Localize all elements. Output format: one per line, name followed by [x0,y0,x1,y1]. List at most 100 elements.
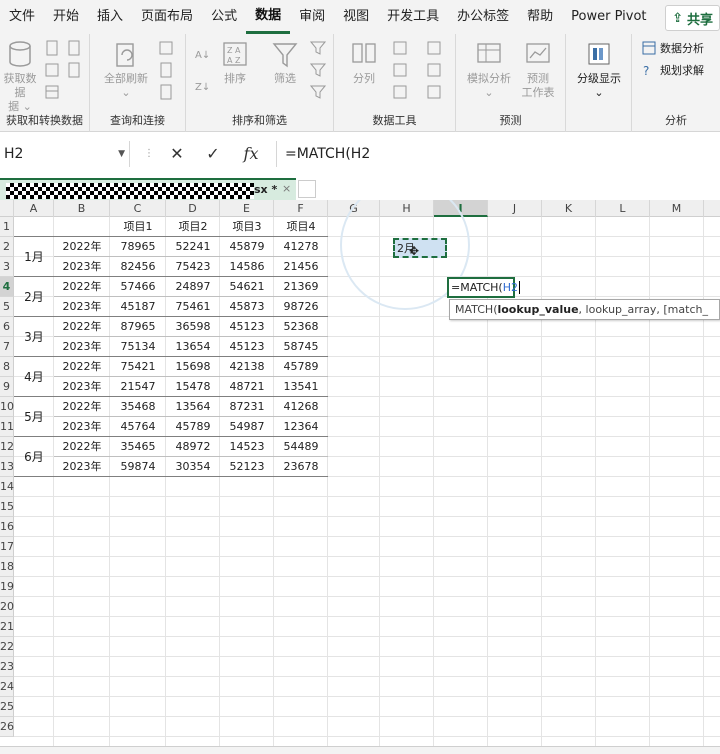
value-cell[interactable]: 82456 [110,257,166,277]
menu-data[interactable]: 数据 [246,0,291,34]
solver-button[interactable]: ? 规划求解 [642,62,704,78]
fx-button[interactable]: fx [236,141,266,167]
select-all-corner[interactable] [0,200,14,217]
month-cell[interactable]: 2月 [14,277,54,317]
row-header-4[interactable]: 4 [0,277,14,297]
value-cell[interactable]: 98726 [274,297,328,317]
value-cell[interactable]: 45123 [220,317,274,337]
data-analysis-button[interactable]: 数据分析 [642,40,704,56]
new-tab-button[interactable] [298,180,316,198]
row-header-8[interactable]: 8 [0,357,14,377]
value-cell[interactable]: 87965 [110,317,166,337]
row-header-11[interactable]: 11 [0,417,14,437]
row-header-1[interactable]: 1 [0,217,14,237]
properties-icon[interactable] [158,62,174,78]
row-header-15[interactable]: 15 [0,497,14,517]
text-to-columns-button[interactable]: 分列 [346,40,382,86]
column-header-a[interactable]: A [14,200,54,217]
year-cell[interactable]: 2022年 [54,357,110,377]
from-table-icon[interactable] [44,84,60,100]
month-cell[interactable]: 3月 [14,317,54,357]
menu-power-pivot[interactable]: Power Pivot [562,0,655,34]
value-cell[interactable]: 21547 [110,377,166,397]
function-tooltip[interactable]: MATCH(lookup_value, lookup_array, [match… [449,299,720,320]
consolidate-icon[interactable] [426,40,442,56]
share-button[interactable]: ⇪ 共享 [665,5,720,31]
year-cell[interactable]: 2022年 [54,317,110,337]
menu-page-layout[interactable]: 页面布局 [132,0,202,34]
row-header-9[interactable]: 9 [0,377,14,397]
spreadsheet-grid[interactable]: ABCDEFGHIJKLM 1 2 3 4 5 6 7 8 9 10 11 12 13 14 15 16 17 1… [0,200,720,754]
remove-duplicates-icon[interactable] [392,62,408,78]
close-icon[interactable]: ✕ [162,141,192,167]
menu-insert[interactable]: 插入 [88,0,132,34]
value-cell[interactable]: 58745 [274,337,328,357]
cell-h2[interactable]: 2月 ✥ [393,238,447,258]
value-cell[interactable]: 75461 [166,297,220,317]
column-header-b[interactable]: B [54,200,110,217]
existing-connections-icon[interactable] [66,62,82,78]
column-header-e[interactable]: E [220,200,274,217]
advanced-filter-icon[interactable] [310,84,326,100]
outline-button[interactable]: 分级显示 ⌄ [570,40,628,100]
from-web-icon[interactable] [44,62,60,78]
value-cell[interactable]: 52123 [220,457,274,477]
value-cell[interactable]: 14586 [220,257,274,277]
sort-button[interactable]: Z AA Z 排序 [218,40,252,86]
year-cell[interactable]: 2023年 [54,257,110,277]
column-header-m[interactable]: M [650,200,704,217]
row-header-26[interactable]: 26 [0,717,14,737]
clear-filter-icon[interactable] [310,40,326,56]
table-header-cell[interactable]: 项目4 [274,217,328,237]
check-icon[interactable]: ✓ [198,141,228,167]
row-header-16[interactable]: 16 [0,517,14,537]
column-header-f[interactable]: F [274,200,328,217]
text-csv-icon[interactable] [44,40,60,56]
value-cell[interactable]: 15698 [166,357,220,377]
get-data-button[interactable]: 获取数据 据 ⌄ [2,40,38,114]
row-header-7[interactable]: 7 [0,337,14,357]
chevron-down-icon[interactable]: ▼ [118,141,125,167]
data-model-icon[interactable] [426,84,442,100]
sort-ascending-icon[interactable]: A↓ [194,46,210,62]
value-cell[interactable]: 52368 [274,317,328,337]
value-cell[interactable]: 45879 [220,237,274,257]
value-cell[interactable]: 24897 [166,277,220,297]
value-cell[interactable]: 21456 [274,257,328,277]
menu-view[interactable]: 视图 [334,0,378,34]
refresh-all-button[interactable]: 全部刷新 ⌄ [100,40,152,100]
value-cell[interactable]: 14523 [220,437,274,457]
value-cell[interactable]: 54489 [274,437,328,457]
relationships-icon[interactable] [426,62,442,78]
value-cell[interactable]: 45123 [220,337,274,357]
value-cell[interactable]: 48972 [166,437,220,457]
row-header-19[interactable]: 19 [0,577,14,597]
menu-formulas[interactable]: 公式 [202,0,246,34]
table-header-cell[interactable]: 项目2 [166,217,220,237]
year-cell[interactable]: 2023年 [54,417,110,437]
value-cell[interactable]: 75423 [166,257,220,277]
column-header-l[interactable]: L [596,200,650,217]
row-header-10[interactable]: 10 [0,397,14,417]
year-cell[interactable]: 2023年 [54,337,110,357]
filter-button[interactable]: 筛选 [268,40,302,86]
value-cell[interactable]: 48721 [220,377,274,397]
value-cell[interactable]: 45789 [166,417,220,437]
year-cell[interactable]: 2022年 [54,437,110,457]
close-icon[interactable]: × [282,182,291,195]
data-validation-icon[interactable] [392,84,408,100]
row-header-24[interactable]: 24 [0,677,14,697]
menu-file[interactable]: 文件 [0,0,44,34]
menu-office-tab[interactable]: 办公标签 [448,0,518,34]
row-header-14[interactable]: 14 [0,477,14,497]
year-cell[interactable]: 2023年 [54,377,110,397]
column-header-j[interactable]: J [488,200,542,217]
value-cell[interactable]: 45873 [220,297,274,317]
month-cell[interactable]: 1月 [14,237,54,277]
value-cell[interactable]: 45187 [110,297,166,317]
cell-i4-editor[interactable]: =MATCH(H2 [447,277,520,298]
year-cell[interactable]: 2022年 [54,237,110,257]
column-header-c[interactable]: C [110,200,166,217]
workbook-tab[interactable]: sx * × [0,178,296,200]
forecast-sheet-button[interactable]: 预测 工作表 [516,40,560,100]
